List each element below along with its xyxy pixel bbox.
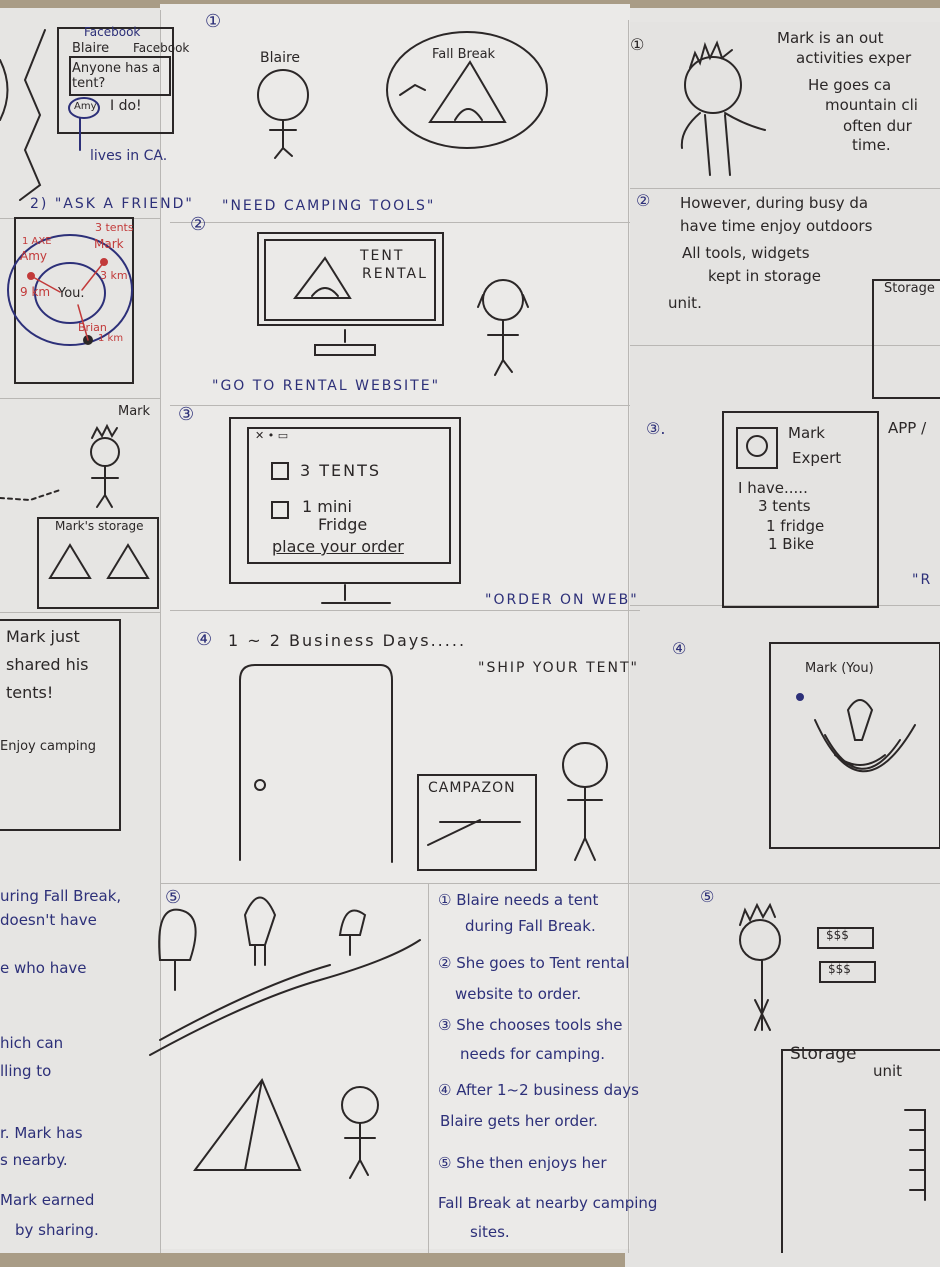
money-note: $$$ [828,962,851,976]
panel-number: ④ [196,629,213,650]
step-line: needs for camping. [460,1045,605,1063]
panel-number: ② [636,191,651,210]
map-you: You. [58,286,85,301]
inventory-line: 1 Bike [768,535,815,553]
screen-text: RENTAL [362,266,428,282]
map-mark-item: 3 tents [95,221,134,234]
box-label: CAMPAZON [428,780,516,796]
step-line: ③ She chooses tools she [438,1016,623,1034]
story-fragment: e who have [0,959,87,977]
story-line: unit. [668,294,702,312]
character-name-blaire: Blaire [260,50,301,66]
caption-need-camping-tools: "NEED CAMPING TOOLS" [222,198,436,214]
story-fragment: uring Fall Break, [0,887,122,905]
facebook-brand: Facebook [133,41,190,55]
map-amy: Amy [20,249,47,263]
panel-number: ① [205,11,222,32]
order-item-fridge: 1 mini [302,497,352,516]
zigzag-sketch [19,29,46,201]
caption-order-on-web: "ORDER ON WEB" [485,592,639,608]
inventory-line: 1 fridge [766,517,825,535]
story-fragment: r. Mark has [0,1124,83,1142]
panel-number: ⑤ [700,887,715,906]
partial-circle-sketch [0,59,9,121]
panel-number: ② [190,214,207,235]
caption-go-to-rental-website: "GO TO RENTAL WEBSITE" [212,378,441,394]
facebook-post: Anyone has a tent? [72,61,161,91]
story-line: Mark is an out [777,29,884,47]
thought-bubble-text: Fall Break [432,47,496,62]
money-note: $$$ [826,928,849,942]
step-line: Fall Break at nearby camping [438,1194,658,1212]
panel-number: ① [630,35,645,54]
map-mark: Mark [94,237,124,251]
order-item-fridge: Fridge [318,515,368,534]
phone-message-line: Enjoy camping [0,739,96,754]
map-mark-distance: 3 km [100,269,128,282]
storage-unit-label: unit [873,1062,903,1080]
map-you-label: Mark (You) [805,661,874,676]
screen-text: TENT [360,248,405,264]
story-line: However, during busy da [680,194,869,212]
story-line: mountain cli [825,96,918,114]
storage-unit-label: Storage [790,1044,857,1064]
story-line: have time enjoy outdoors [680,217,873,235]
shipping-time: 1 ~ 2 Business Days..... [228,631,467,650]
step-line: ② She goes to Tent rental [438,954,630,972]
facebook-reply-user: Amy [74,101,97,112]
order-item-tents: 3 TENTS [300,461,382,480]
profile-name: Mark [788,424,825,442]
inventory-line: 3 tents [758,497,811,515]
story-line: activities exper [796,49,912,67]
panel-number: ③. [646,419,666,438]
caption-partial: "R [912,572,933,588]
phone-frame [0,619,121,831]
panel-number: ⑤ [165,887,182,908]
map-brian-distance: 1 km [98,333,124,344]
step-line: ④ After 1~2 business days [438,1081,639,1099]
story-line: often dur [843,117,912,135]
phone-message-line: tents! [6,683,54,702]
storage-unit-box [872,279,940,399]
inventory-line: I have..... [738,479,808,497]
phone-message-line: Mark just [6,627,80,646]
panel-number: ④ [672,639,687,658]
facebook-reply: I do! [110,98,142,114]
map-amy-item: 1 AXE [22,236,52,247]
story-fragment: by sharing. [15,1221,99,1239]
story-line: All tools, widgets [682,244,810,262]
storage-label: Storage [884,281,935,296]
step-line: ① Blaire needs a tent [438,891,599,909]
phone-message-line: shared his [6,655,89,674]
story-fragment: Mark earned [0,1191,95,1209]
story-fragment: hich can [0,1034,64,1052]
step-line: Blaire gets her order. [440,1112,598,1130]
panel-number: ③ [178,404,195,425]
step-line: website to order. [455,985,582,1003]
story-fragment: lling to [0,1062,52,1080]
story-fragment: doesn't have [0,911,97,929]
story-line: time. [852,136,891,154]
caption-ask-a-friend: 2) "ASK A FRIEND" [30,196,194,212]
facebook-window-title: Facebook [84,25,141,39]
lives-in-note: lives in CA. [90,148,168,164]
map-amy-distance: 9 km [20,285,51,299]
profile-title: Expert [792,449,842,467]
sketch-drawings [0,27,940,1253]
place-order-button[interactable]: place your order [272,537,404,556]
facebook-user: Blaire [72,41,110,56]
storage-label: Mark's storage [55,519,144,533]
side-text: APP / [888,419,927,437]
step-line: during Fall Break. [465,917,596,935]
mark-label: Mark [118,404,151,419]
step-line: sites. [470,1223,510,1241]
story-fragment: s nearby. [0,1151,68,1169]
window-controls: ✕ • ▭ [255,429,289,442]
caption-ship-your-tent: "SHIP YOUR TENT" [478,660,639,676]
story-line: He goes ca [808,76,892,94]
step-line: ⑤ She then enjoys her [438,1154,607,1172]
story-line: kept in storage [708,267,821,285]
